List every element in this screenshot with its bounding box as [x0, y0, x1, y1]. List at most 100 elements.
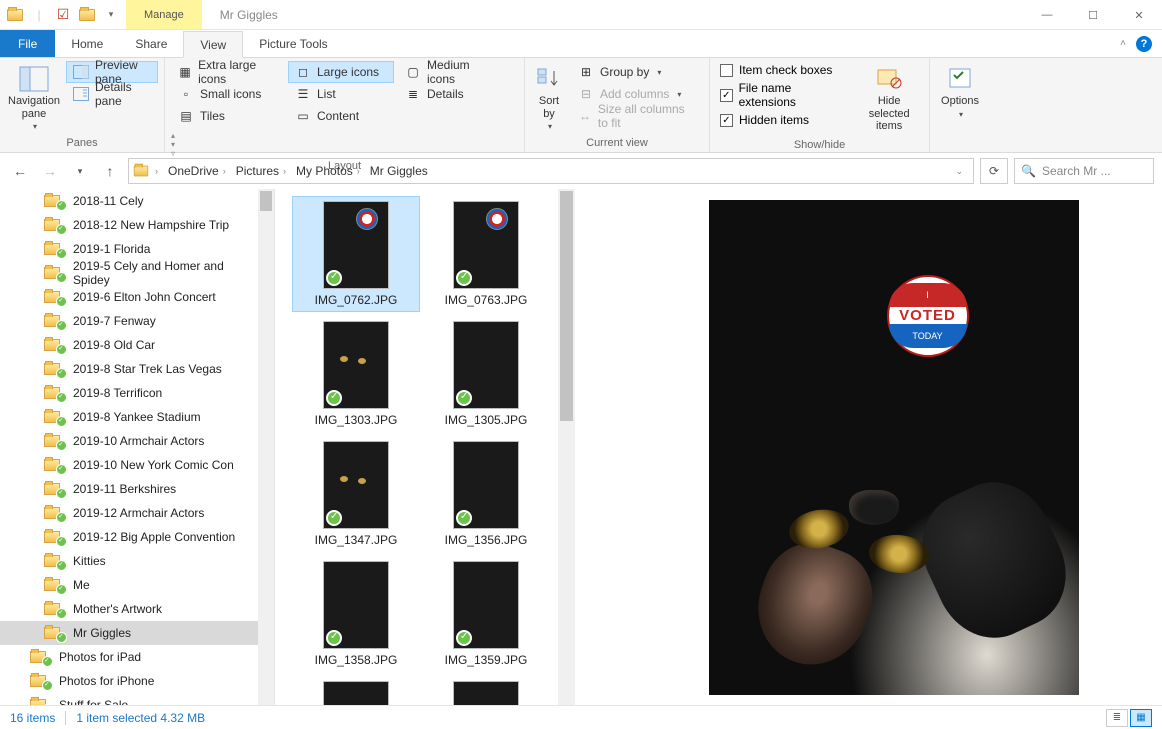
- tree-item[interactable]: 2018-12 New Hampshire Trip: [0, 213, 258, 237]
- layout-list[interactable]: ☰List: [288, 83, 394, 105]
- layout-details[interactable]: ≣Details: [398, 83, 508, 105]
- tree-item[interactable]: 2018-11 Cely: [0, 189, 258, 213]
- quick-access-toolbar: | ☑ ▾: [0, 0, 126, 29]
- file-thumbnail[interactable]: IMG_1358.JPG: [293, 557, 419, 671]
- tree-scrollbar[interactable]: [258, 189, 274, 705]
- tree-item[interactable]: 2019-7 Fenway: [0, 309, 258, 333]
- tree-item[interactable]: 2019-8 Old Car: [0, 333, 258, 357]
- layout-scroll-down-icon[interactable]: ▾: [171, 140, 185, 149]
- tab-picture-tools[interactable]: Picture Tools: [243, 30, 343, 57]
- tab-file[interactable]: File: [0, 30, 55, 57]
- ribbon-group-current-view: Sort by▾ ⊞Group by▾ ⊟Add columns▾ ↔Size …: [525, 58, 710, 152]
- collapse-ribbon-icon[interactable]: ˄: [1120, 38, 1126, 49]
- tab-view[interactable]: View: [183, 31, 243, 58]
- sticker-top: I: [889, 283, 967, 307]
- tree-item[interactable]: 2019-1 Florida: [0, 237, 258, 261]
- file-thumbnail[interactable]: IMG_0762.JPG: [293, 197, 419, 311]
- breadcrumb-item[interactable]: OneDrive›: [164, 164, 230, 178]
- tree-item[interactable]: Kitties: [0, 549, 258, 573]
- file-extensions-toggle[interactable]: ✓File name extensions: [716, 79, 851, 111]
- tree-item[interactable]: 2019-5 Cely and Homer and Spidey: [0, 261, 258, 285]
- tree-item[interactable]: 2019-10 Armchair Actors: [0, 429, 258, 453]
- file-thumbnail[interactable]: IMG_1303.JPG: [293, 317, 419, 431]
- up-button[interactable]: ↑: [98, 159, 122, 183]
- thumbnail-image: [323, 201, 389, 289]
- thumbnails-view-button[interactable]: ▦: [1130, 709, 1152, 727]
- breadcrumb-item[interactable]: My Photos›: [292, 164, 364, 178]
- tree-item[interactable]: 2019-11 Berkshires: [0, 477, 258, 501]
- file-thumbnail[interactable]: [293, 677, 419, 705]
- file-thumbnail[interactable]: IMG_1347.JPG: [293, 437, 419, 551]
- i-voted-sticker: I VOTED TODAY: [887, 275, 969, 357]
- file-name: IMG_1358.JPG: [315, 653, 398, 667]
- tree-item[interactable]: 2019-8 Star Trek Las Vegas: [0, 357, 258, 381]
- file-thumbnail[interactable]: IMG_1356.JPG: [423, 437, 549, 551]
- tree-item[interactable]: 2019-6 Elton John Concert: [0, 285, 258, 309]
- tree-item[interactable]: 2019-8 Terrificon: [0, 381, 258, 405]
- breadcrumb-item[interactable]: Pictures›: [232, 164, 290, 178]
- preview-pane: I VOTED TODAY: [575, 189, 1162, 705]
- tree-item[interactable]: Mother's Artwork: [0, 597, 258, 621]
- properties-icon[interactable]: ☑: [52, 4, 74, 26]
- sort-by-button[interactable]: Sort by▾: [531, 61, 567, 135]
- tree-item[interactable]: Photos for iPad: [0, 645, 258, 669]
- layout-medium-icons[interactable]: ▢Medium icons: [398, 61, 508, 83]
- help-icon[interactable]: ?: [1136, 36, 1152, 52]
- item-checkboxes-toggle[interactable]: Item check boxes: [716, 61, 851, 79]
- navigation-pane-button[interactable]: Navigation pane▾: [6, 61, 62, 135]
- layout-more-icon[interactable]: ▿: [171, 149, 185, 158]
- tree-item[interactable]: 2019-12 Armchair Actors: [0, 501, 258, 525]
- address-dropdown-icon[interactable]: ⌄: [949, 166, 969, 177]
- folder-icon[interactable]: [76, 4, 98, 26]
- minimize-button[interactable]: ―: [1024, 0, 1070, 30]
- back-button[interactable]: ←: [8, 159, 32, 183]
- tree-item[interactable]: Stuff for Sale: [0, 693, 258, 705]
- refresh-button[interactable]: ⟳: [980, 158, 1008, 184]
- file-grid: IMG_0762.JPGIMG_0763.JPGIMG_1303.JPGIMG_…: [275, 189, 575, 705]
- tree-item[interactable]: 2019-10 New York Comic Con: [0, 453, 258, 477]
- close-button[interactable]: ✕: [1116, 0, 1162, 30]
- hidden-items-toggle[interactable]: ✓Hidden items: [716, 111, 851, 129]
- breadcrumb-sep[interactable]: ›: [151, 166, 162, 176]
- recent-locations-button[interactable]: ▾: [68, 159, 92, 183]
- tree-item[interactable]: Me: [0, 573, 258, 597]
- breadcrumb-item[interactable]: Mr Giggles: [366, 164, 432, 178]
- options-label: Options: [941, 95, 979, 108]
- sync-badge-icon: [56, 344, 67, 355]
- layout-large-icons[interactable]: ◻Large icons: [288, 61, 394, 83]
- tab-share[interactable]: Share: [119, 30, 183, 57]
- layout-small-icons[interactable]: ▫Small icons: [171, 83, 284, 105]
- layout-extra-large-icons[interactable]: ▦Extra large icons: [171, 61, 284, 83]
- layout-scroll-up-icon[interactable]: ▴: [171, 131, 185, 140]
- tree-item[interactable]: Mr Giggles: [0, 621, 258, 645]
- layout-content[interactable]: ▭Content: [288, 105, 394, 127]
- sync-badge-icon: [456, 270, 472, 286]
- tree-item-label: 2018-12 New Hampshire Trip: [73, 218, 229, 232]
- layout-tiles[interactable]: ▤Tiles: [171, 105, 284, 127]
- tree-item-label: Photos for iPad: [59, 650, 141, 664]
- tree-item[interactable]: Photos for iPhone: [0, 669, 258, 693]
- grid-scrollbar[interactable]: [558, 189, 575, 705]
- tree-item[interactable]: 2019-8 Yankee Stadium: [0, 405, 258, 429]
- tab-home[interactable]: Home: [55, 30, 119, 57]
- qat-dropdown-icon[interactable]: ▾: [100, 4, 122, 26]
- medium-icons-icon: ▢: [405, 64, 421, 80]
- details-view-button[interactable]: ≣: [1106, 709, 1128, 727]
- file-thumbnail[interactable]: IMG_1305.JPG: [423, 317, 549, 431]
- folder-icon[interactable]: [4, 4, 26, 26]
- file-thumbnail[interactable]: [423, 677, 549, 705]
- size-columns-button: ↔Size all columns to fit: [571, 105, 703, 127]
- file-thumbnail[interactable]: IMG_0763.JPG: [423, 197, 549, 311]
- hide-selected-button[interactable]: Hide selected items: [855, 61, 923, 137]
- search-box[interactable]: 🔍 Search Mr ...: [1014, 158, 1154, 184]
- forward-button[interactable]: →: [38, 159, 62, 183]
- maximize-button[interactable]: ☐: [1070, 0, 1116, 30]
- options-button[interactable]: Options▾: [936, 61, 984, 123]
- group-by-button[interactable]: ⊞Group by▾: [571, 61, 703, 83]
- file-thumbnail[interactable]: IMG_1359.JPG: [423, 557, 549, 671]
- tree-item[interactable]: 2019-12 Big Apple Convention: [0, 525, 258, 549]
- address-bar[interactable]: › OneDrive› Pictures› My Photos› Mr Gigg…: [128, 158, 974, 184]
- folder-tree: 2018-11 Cely 2018-12 New Hampshire Trip 20…: [0, 189, 275, 705]
- details-pane-button[interactable]: Details pane: [66, 83, 158, 105]
- sync-badge-icon: [456, 630, 472, 646]
